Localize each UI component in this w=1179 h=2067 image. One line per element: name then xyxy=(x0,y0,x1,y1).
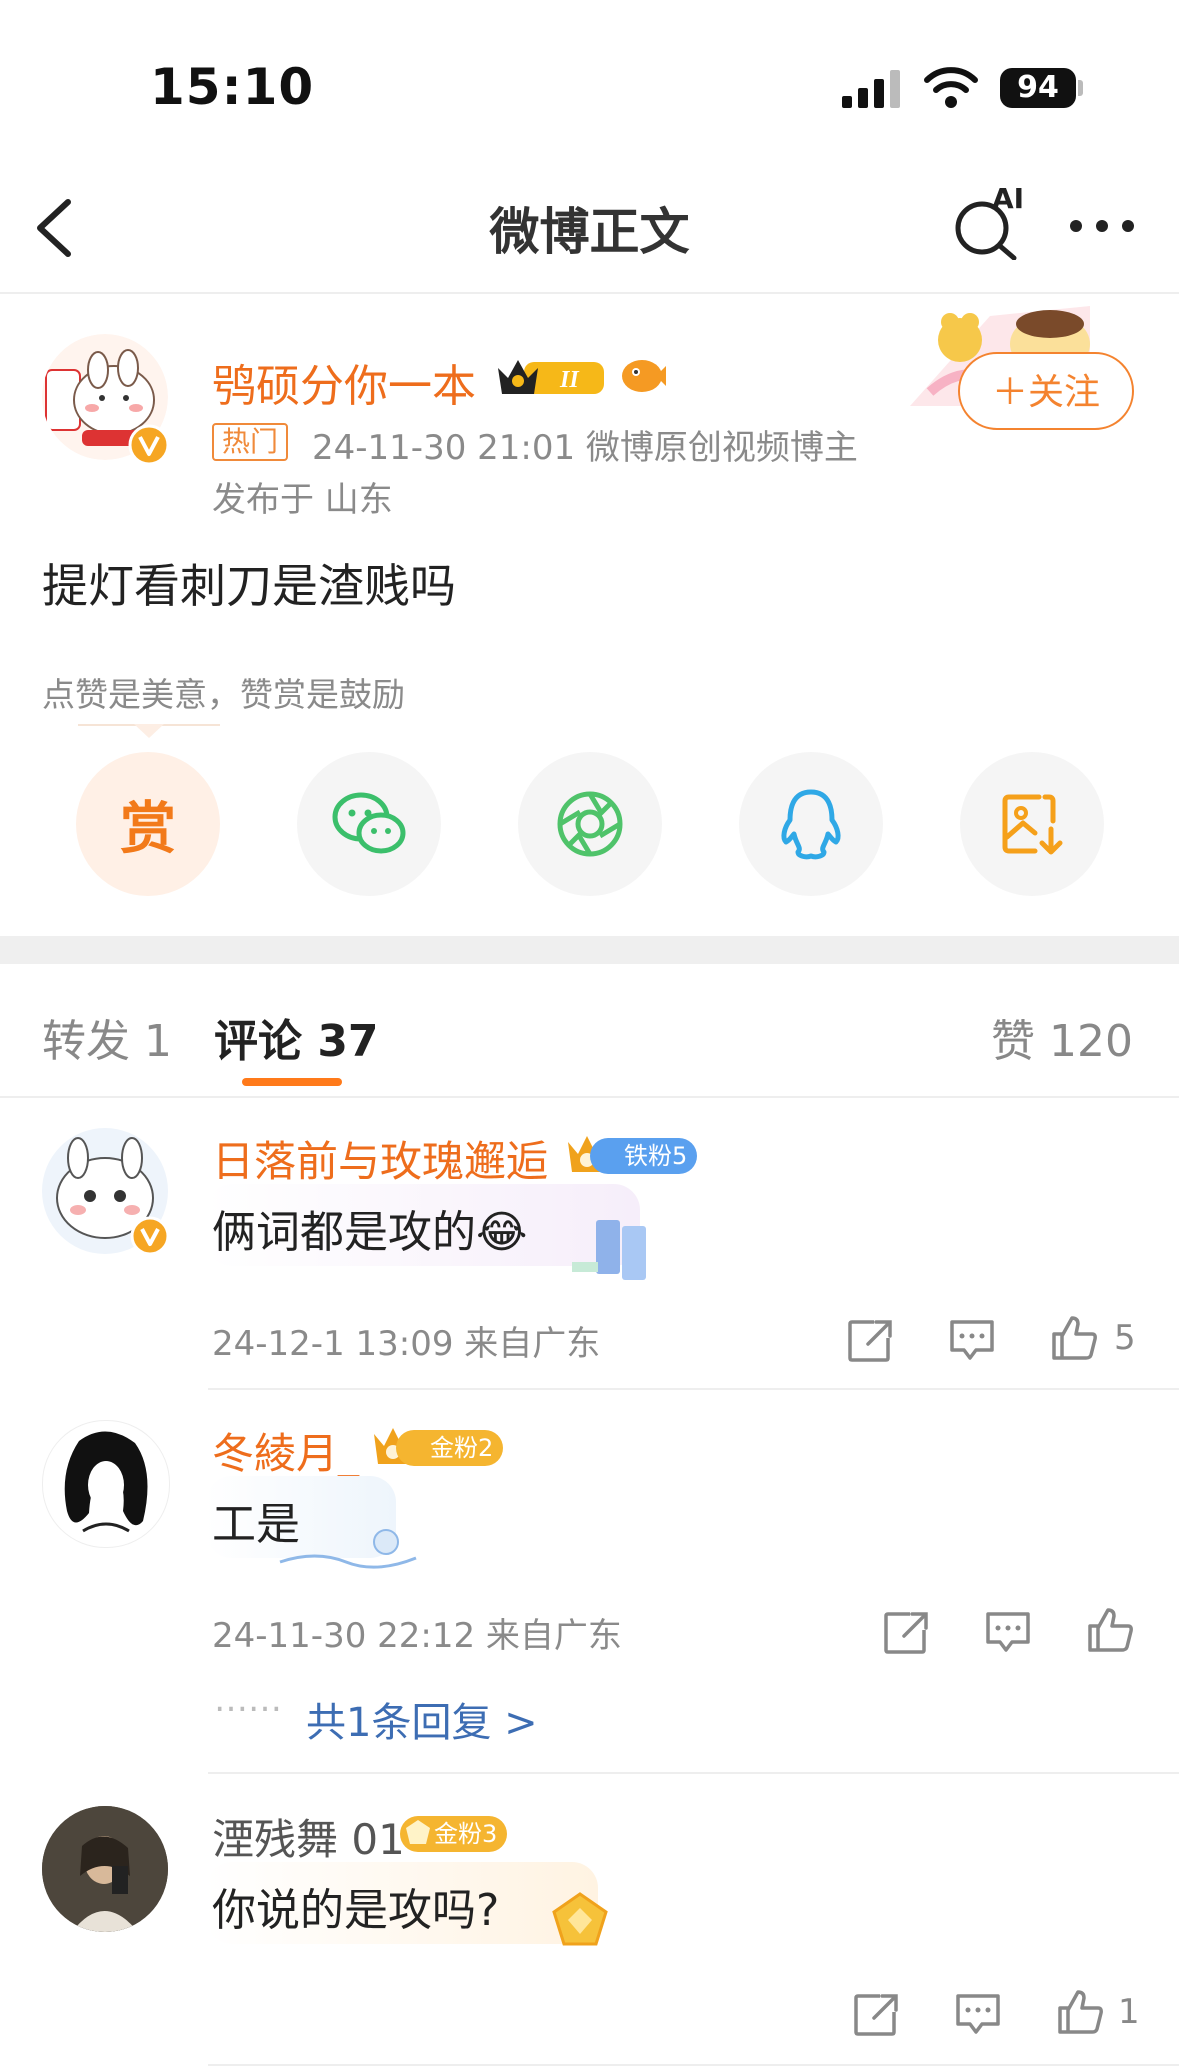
comment-icon[interactable] xyxy=(984,1608,1032,1656)
status-time: 15:10 xyxy=(150,58,315,116)
comment-avatar[interactable] xyxy=(42,1420,170,1548)
wifi-icon xyxy=(924,67,978,108)
comment-author[interactable]: 湮残舞 01 xyxy=(212,1806,405,1867)
comment-author[interactable]: 冬綾月_ xyxy=(212,1420,359,1481)
share-wechat-button[interactable] xyxy=(297,752,441,896)
comment-meta: 24-11-30 22:12 来自广东 xyxy=(212,1616,622,1656)
comment-meta: 24-12-1 13:09 来自广东 xyxy=(212,1324,601,1364)
post-location: 发布于 山东 xyxy=(212,480,393,520)
like-count: 1 xyxy=(1118,1992,1140,2032)
post-text: 提灯看刺刀是渣贱吗 xyxy=(42,559,456,613)
bubble-decoration xyxy=(279,1529,417,1569)
comment-item: 冬綾月_ 金粉2 工是 24-11-30 22:12 来自广东 …… 共1条回复… xyxy=(0,1390,1179,1774)
reward-button[interactable]: 赏 xyxy=(76,752,220,896)
wechat-icon xyxy=(332,792,406,854)
like-icon[interactable] xyxy=(1086,1604,1134,1652)
fish-icon xyxy=(622,360,666,392)
comment-item: 湮残舞 01 金粉3 你说的是攻吗? 1 xyxy=(0,1776,1179,2067)
repost-icon[interactable] xyxy=(882,1608,930,1656)
view-replies-link[interactable]: 共1条回复 > xyxy=(306,1690,538,1748)
qq-icon xyxy=(781,789,841,860)
comment-divider xyxy=(208,2064,1179,2066)
comment-icon[interactable] xyxy=(954,1990,1002,2038)
comment-item: 日落前与玫瑰邂逅 铁粉5 俩词都是攻的😂 24-12-1 13:09 来自广东 … xyxy=(0,1098,1179,1390)
like-count: 5 xyxy=(1114,1318,1136,1358)
tab-active-indicator xyxy=(242,1078,342,1086)
verified-icon xyxy=(130,1216,170,1256)
repost-icon[interactable] xyxy=(852,1990,900,2038)
more-icon[interactable] xyxy=(1068,216,1136,236)
comment-author[interactable]: 日落前与玫瑰邂逅 xyxy=(212,1128,548,1189)
fan-badge: 铁粉5 xyxy=(590,1138,698,1174)
post-meta: 24-11-30 21:01 微博原创视频博主 xyxy=(312,428,858,468)
bubble-decoration xyxy=(552,1892,608,1946)
reward-pointer xyxy=(134,724,164,738)
reward-hint: 点赞是美意，赞赏是鼓励 xyxy=(42,675,405,714)
tab-comments[interactable]: 评论 37 xyxy=(214,1005,379,1069)
nav-divider xyxy=(0,292,1179,294)
reward-icon: 赏 xyxy=(120,796,176,862)
battery-tip xyxy=(1078,80,1083,96)
fan-badge: 金粉2 xyxy=(396,1430,504,1466)
section-gap xyxy=(0,936,1179,964)
gem-icon xyxy=(406,1820,430,1844)
comment-icon[interactable] xyxy=(948,1316,996,1364)
share-qq-button[interactable] xyxy=(739,752,883,896)
reply-dots: …… xyxy=(214,1680,282,1720)
repost-icon[interactable] xyxy=(846,1316,894,1364)
follow-button[interactable]: ＋关注 xyxy=(958,352,1134,430)
battery-indicator: 94 xyxy=(1000,68,1076,108)
save-image-icon xyxy=(1002,794,1063,855)
like-icon[interactable] xyxy=(1056,1986,1104,2034)
save-image-button[interactable] xyxy=(960,752,1104,896)
comment-text: 俩词都是攻的😂 xyxy=(212,1207,528,1258)
ai-search-button[interactable]: AI xyxy=(950,182,1030,261)
hot-badge: 热门 xyxy=(212,423,289,461)
tab-likes[interactable]: 赞 120 xyxy=(991,1005,1133,1069)
ai-label: AI xyxy=(992,182,1025,215)
verified-icon xyxy=(128,424,170,466)
vip-level: II xyxy=(559,367,580,393)
signal-icon xyxy=(842,70,900,108)
tab-repost[interactable]: 转发 1 xyxy=(42,1005,172,1069)
comment-divider xyxy=(208,1772,1179,1774)
vip-crown-icon: II xyxy=(498,360,604,394)
bubble-decoration xyxy=(572,1220,646,1280)
share-moments-button[interactable] xyxy=(518,752,662,896)
author-name[interactable]: 鸮硕分你一本 xyxy=(212,350,476,414)
comment-avatar[interactable] xyxy=(42,1806,168,1932)
like-icon[interactable] xyxy=(1050,1312,1098,1360)
comment-text: 你说的是攻吗? xyxy=(212,1885,500,1936)
moments-icon xyxy=(557,791,623,857)
